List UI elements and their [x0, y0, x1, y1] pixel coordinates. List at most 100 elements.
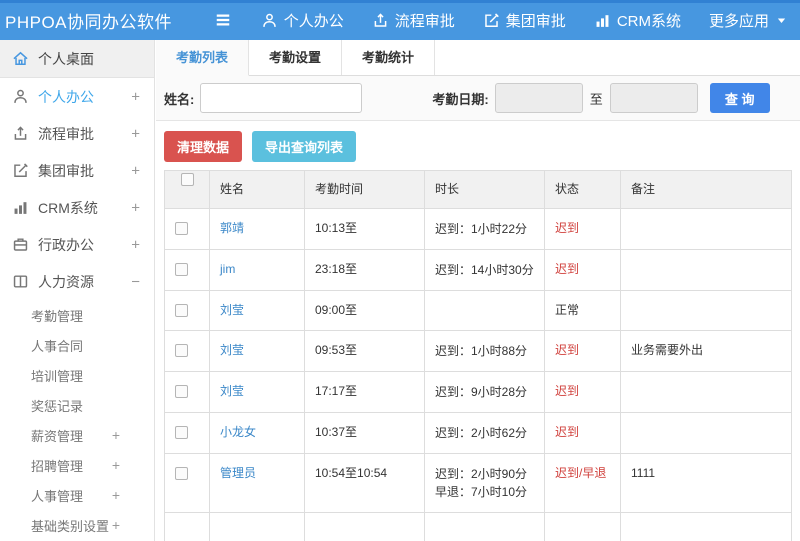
employee-name-link[interactable]: 小龙女: [220, 425, 256, 439]
select-all-checkbox[interactable]: [180, 173, 194, 187]
user-icon: [262, 13, 276, 27]
sidebar-item-personal-office[interactable]: 个人办公 +: [0, 78, 154, 115]
employee-name-link[interactable]: 刘莹: [220, 384, 244, 398]
menu-toggle-button[interactable]: [213, 10, 233, 30]
empty-cell: [544, 512, 621, 541]
nav-item-personal-office[interactable]: 个人办公: [261, 10, 344, 31]
sidebar-subitem-label: 基础类别设置: [31, 518, 110, 534]
expand-plus-icon[interactable]: +: [131, 199, 140, 216]
expand-plus-icon[interactable]: +: [131, 162, 140, 179]
date-filter-label: 考勤日期:: [432, 91, 489, 107]
table-row: jim 23:18至 迟到：14小时30分 迟到: [164, 249, 792, 291]
expand-plus-icon[interactable]: +: [131, 125, 140, 142]
main-content: 考勤列表 考勤设置 考勤统计 姓名: 考勤日期: 至 查 询 清理数据 导出查询列表…: [156, 40, 800, 541]
sidebar-subitem-basic-category-settings[interactable]: 基础类别设置 +: [0, 510, 154, 540]
employee-name-link[interactable]: 郭靖: [220, 221, 244, 235]
nav-item-more-apps[interactable]: 更多应用: [709, 10, 788, 31]
sidebar-item-label: 人力资源: [38, 273, 94, 290]
sidebar-item-admin-office[interactable]: 行政办公 +: [0, 226, 154, 263]
date-from-input[interactable]: [494, 83, 583, 113]
duration-line: 迟到：14小时30分: [435, 263, 534, 277]
sidebar-item-group-approval[interactable]: 集团审批 +: [0, 152, 154, 189]
nav-item-workflow-approval[interactable]: 流程审批: [372, 10, 455, 31]
status-badge: 迟到: [555, 221, 580, 235]
column-header-label: 备注: [631, 182, 656, 196]
nav-item-group-approval[interactable]: 集团审批: [483, 10, 566, 31]
tab-label: 考勤统计: [361, 50, 414, 65]
attendance-time-cell: 10:37至: [304, 412, 425, 454]
table-row: 刘莹 09:00至 正常: [164, 290, 792, 331]
sidebar-subitem-recruitment-management[interactable]: 招聘管理 +: [0, 450, 154, 480]
status-badge: 迟到: [555, 343, 580, 357]
duration-cell: 迟到：2小时62分: [424, 412, 545, 454]
edit-icon: [485, 12, 499, 27]
duration-line: 迟到：1小时22分: [435, 222, 528, 236]
tab-attendance-list[interactable]: 考勤列表: [156, 40, 249, 76]
row-checkbox[interactable]: [175, 467, 188, 481]
employee-name-link[interactable]: 管理员: [220, 466, 256, 480]
note-cell: [620, 371, 792, 413]
row-checkbox[interactable]: [175, 304, 188, 318]
export-list-button[interactable]: 导出查询列表: [252, 131, 357, 162]
status-badge: 迟到: [555, 425, 580, 439]
row-checkbox[interactable]: [175, 263, 188, 277]
row-select-cell: [164, 412, 210, 454]
sidebar-subitem-label: 人事管理: [31, 488, 84, 504]
expand-plus-icon[interactable]: +: [112, 517, 120, 533]
clear-data-button[interactable]: 清理数据: [164, 131, 243, 162]
sidebar-item-workflow-approval[interactable]: 流程审批 +: [0, 115, 154, 152]
row-select-cell: [164, 371, 210, 413]
column-header: 姓名: [209, 170, 305, 209]
collapse-minus-icon[interactable]: −: [131, 273, 140, 290]
briefcase-icon: [13, 238, 28, 251]
expand-plus-icon[interactable]: +: [112, 427, 120, 443]
sidebar-subitem-personnel-contract[interactable]: 人事合同: [0, 330, 154, 360]
sidebar-subitem-training-management[interactable]: 培训管理: [0, 360, 154, 390]
nav-item-label: 个人办公: [283, 12, 344, 30]
sidebar-submenu-human-resources: 考勤管理 人事合同 培训管理 奖惩记录 薪资管理 + 招聘管理 + 人事管理 + 基础类别设置 +: [0, 300, 154, 540]
sidebar-item-human-resources[interactable]: 人力资源 −: [0, 263, 154, 300]
row-select-cell: [164, 290, 210, 331]
tab-attendance-settings[interactable]: 考勤设置: [249, 40, 342, 75]
nav-item-label: 流程审批: [394, 12, 455, 30]
expand-plus-icon[interactable]: +: [131, 88, 140, 105]
row-checkbox[interactable]: [175, 344, 188, 358]
sidebar-subitem-label: 奖惩记录: [31, 398, 84, 414]
duration-line: 迟到：2小时62分: [435, 426, 528, 440]
column-header: 时长: [424, 170, 545, 209]
row-checkbox[interactable]: [175, 222, 188, 236]
name-filter-input[interactable]: [200, 83, 363, 113]
sidebar-subitem-personnel-management[interactable]: 人事管理 +: [0, 480, 154, 510]
row-checkbox[interactable]: [175, 426, 188, 440]
search-button[interactable]: 查 询: [709, 83, 770, 113]
nav-item-label: 集团审批: [505, 12, 566, 30]
duration-line: 迟到：2小时90分: [435, 467, 528, 481]
sidebar-item-label: 流程审批: [38, 125, 94, 142]
sidebar-subitem-salary-management[interactable]: 薪资管理 +: [0, 420, 154, 450]
row-checkbox[interactable]: [175, 385, 188, 399]
sidebar-subitem-reward-punishment-record[interactable]: 奖惩记录: [0, 390, 154, 420]
sidebar-item-personal-desktop[interactable]: 个人桌面: [0, 40, 154, 78]
note-cell: 业务需要外出: [620, 330, 792, 372]
employee-name-link[interactable]: 刘莹: [220, 303, 244, 317]
nav-item-crm-system[interactable]: CRM系统: [594, 10, 681, 31]
employee-name-link[interactable]: 刘莹: [220, 343, 244, 357]
flow-icon: [14, 126, 27, 140]
employee-name-link[interactable]: jim: [220, 262, 235, 276]
expand-plus-icon[interactable]: +: [112, 457, 120, 473]
sidebar: 个人桌面 个人办公 + 流程审批 + 集团审批 + CRM系统 + 行政办公 + 人力资源 − 考勤管…: [0, 40, 155, 541]
date-to-input[interactable]: [609, 83, 698, 113]
expand-plus-icon[interactable]: +: [131, 236, 140, 253]
sidebar-item-label: 集团审批: [38, 162, 94, 179]
sidebar-item-crm-system[interactable]: CRM系统 +: [0, 189, 154, 226]
sidebar-subitem-attendance-management[interactable]: 考勤管理: [0, 300, 154, 330]
name-cell: 郭靖: [209, 208, 305, 250]
duration-cell: 迟到：2小时90分 早退：7小时10分: [424, 453, 545, 513]
book-icon: [13, 275, 28, 288]
name-cell: 管理员: [209, 453, 305, 513]
column-header: 状态: [544, 170, 621, 209]
expand-plus-icon[interactable]: +: [112, 487, 120, 503]
note-cell: [620, 290, 792, 331]
duration-line: 迟到：1小时88分: [435, 344, 528, 358]
tab-attendance-statistics[interactable]: 考勤统计: [342, 40, 435, 75]
